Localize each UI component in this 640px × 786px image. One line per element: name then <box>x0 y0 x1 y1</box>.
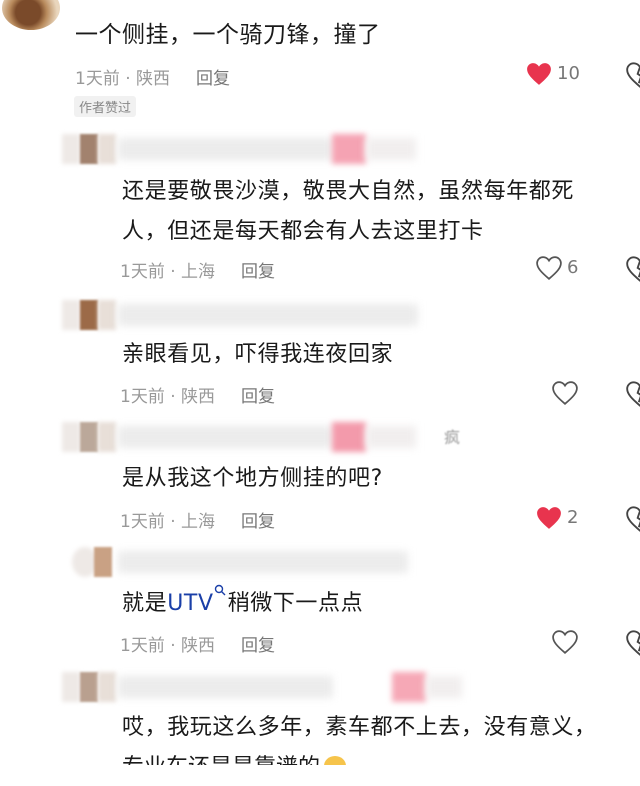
reply-text: 是从我这个地方侧挂的吧? <box>122 466 383 491</box>
comment-text: 一个侧挂，一个骑刀锋，撞了 <box>75 22 381 48</box>
avatar[interactable] <box>2 0 60 30</box>
dislike-icon[interactable] <box>626 630 640 656</box>
heart-icon[interactable] <box>536 506 562 530</box>
blurred-username <box>62 298 422 332</box>
reply-text: 就是UTV 稍微下一点点 <box>122 584 363 624</box>
reply-text-line: 专业车还是是靠谱的 <box>122 755 320 765</box>
reply-time: 1天前 · 陕西 <box>120 636 216 656</box>
reply-text: 哎，我玩这么多年，素车都不上去，没有意义， <box>122 715 597 740</box>
like-count: 2 <box>567 507 579 528</box>
dislike-icon[interactable] <box>626 62 640 88</box>
reply-time: 1天前 · 上海 <box>120 262 216 282</box>
emoji-icon <box>324 756 347 765</box>
reply-meta: 1天前 · 上海 回复 <box>120 257 275 282</box>
reply-text-before: 就是 <box>122 591 168 616</box>
heart-outline-icon[interactable] <box>552 381 578 405</box>
blurred-username <box>62 670 462 704</box>
search-icon[interactable] <box>214 584 226 596</box>
blurred-username: 疯 <box>62 420 462 454</box>
reply-meta: 1天前 · 上海 回复 <box>120 507 275 532</box>
reply-time: 1天前 · 陕西 <box>120 387 216 407</box>
dislike-icon[interactable] <box>626 506 640 532</box>
comment-meta: 1天前 · 陕西 回复 <box>75 64 230 89</box>
author-liked-badge: 作者赞过 <box>74 96 137 117</box>
dislike-icon[interactable] <box>626 381 640 407</box>
reply-button[interactable]: 回复 <box>196 69 230 89</box>
reply-button[interactable]: 回复 <box>241 262 275 282</box>
reply-text-cut: 专业车还是是靠谱的 <box>122 748 347 765</box>
heart-outline-icon[interactable] <box>536 256 562 280</box>
reply-meta: 1天前 · 陕西 回复 <box>120 382 275 407</box>
reply-text-after: 稍微下一点点 <box>227 591 364 616</box>
blurred-username <box>62 132 422 166</box>
reply-text: 还是要敬畏沙漠，敬畏大自然，虽然每年都死 人，但还是每天都会有人去这里打卡 <box>122 172 574 252</box>
reply-time: 1天前 · 上海 <box>120 512 216 532</box>
blurred-username <box>72 545 412 579</box>
reply-text-line: 人，但还是每天都会有人去这里打卡 <box>122 219 484 244</box>
dislike-icon[interactable] <box>626 256 640 282</box>
like-count: 6 <box>567 257 579 278</box>
reply-button[interactable]: 回复 <box>241 636 275 656</box>
username-tail: 疯 <box>444 428 461 447</box>
reply-button[interactable]: 回复 <box>241 387 275 407</box>
reply-button[interactable]: 回复 <box>241 512 275 532</box>
heart-icon[interactable] <box>526 62 552 86</box>
utv-link[interactable]: UTV <box>167 591 213 616</box>
comment-time: 1天前 · 陕西 <box>75 69 171 89</box>
reply-meta: 1天前 · 陕西 回复 <box>120 631 275 656</box>
reply-text-line: 还是要敬畏沙漠，敬畏大自然，虽然每年都死 <box>122 179 575 204</box>
heart-outline-icon[interactable] <box>552 630 578 654</box>
like-count: 10 <box>557 63 580 84</box>
reply-text: 亲眼看见，吓得我连夜回家 <box>122 342 394 367</box>
